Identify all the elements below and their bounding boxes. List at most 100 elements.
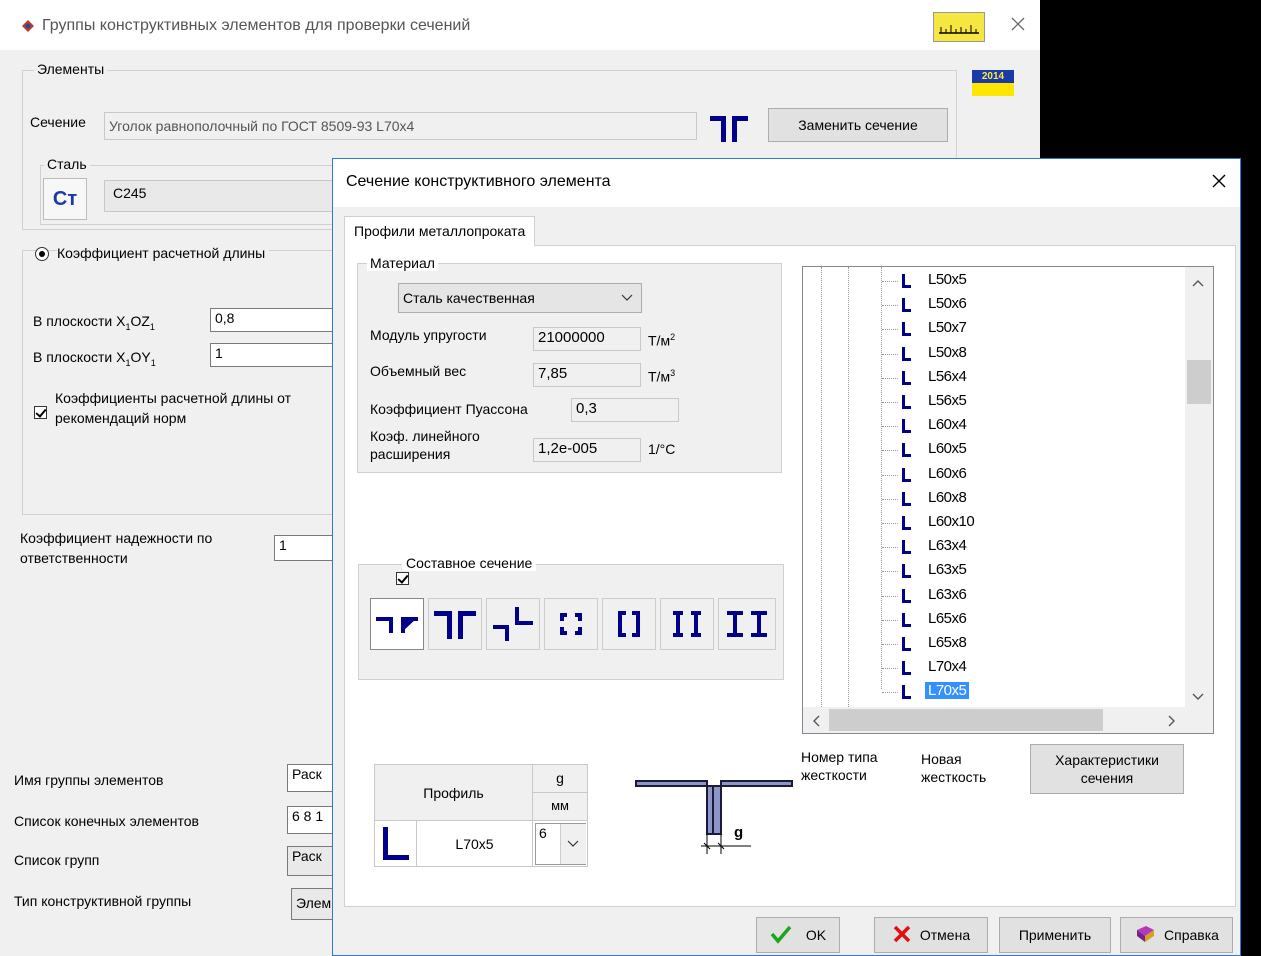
help-button-label: Справка <box>1164 927 1219 943</box>
tree-hscroll-thumb[interactable] <box>829 709 1103 731</box>
section-characteristics-button[interactable]: Характеристики сечения <box>1030 744 1184 794</box>
tree-scroll-corner <box>1185 707 1213 733</box>
tree-item[interactable]: L60x6 <box>803 463 1183 487</box>
poisson-field: 0,3 <box>571 398 679 422</box>
tree-item-label: L70x5 <box>925 682 970 700</box>
length-coef-group <box>22 250 342 515</box>
tree-connector <box>882 498 898 500</box>
dialog-close-icon[interactable] <box>1208 170 1230 192</box>
cancel-button-label: Отмена <box>919 927 971 943</box>
angle-profile-icon <box>902 564 911 579</box>
t-section-button[interactable] <box>370 598 424 650</box>
angle-profile-icon <box>902 443 911 458</box>
composite-checkbox[interactable] <box>395 572 409 585</box>
tree-item[interactable]: L63x6 <box>803 584 1183 608</box>
angle-profile-icon <box>902 467 911 482</box>
ok-button[interactable]: OK <box>756 917 840 953</box>
tree-item[interactable]: L56x4 <box>803 366 1183 390</box>
tree-hscrollbar[interactable] <box>803 707 1185 733</box>
angle-profile-icon <box>902 540 911 555</box>
replace-section-button[interactable]: Заменить сечение <box>768 108 948 142</box>
poisson-label: Коэффициент Пуассона <box>370 401 528 417</box>
tree-item[interactable]: L56x5 <box>803 390 1183 414</box>
tree-item[interactable]: L70x5 <box>803 680 1183 704</box>
scroll-up-icon[interactable] <box>1191 275 1205 291</box>
tab-profiles[interactable]: Профили металлопроката <box>344 216 536 246</box>
tree-connector <box>882 377 898 379</box>
tree-item[interactable]: L63x5 <box>803 559 1183 583</box>
angle-profile-icon <box>902 637 911 651</box>
plane-xoy-input[interactable]: 1 <box>210 343 335 367</box>
plane-xoz-input[interactable]: 0,8 <box>210 308 335 332</box>
tree-item[interactable]: L50x6 <box>803 293 1183 317</box>
tree-item[interactable]: L60x4 <box>803 414 1183 438</box>
scroll-right-icon[interactable] <box>1167 714 1177 731</box>
profile-row-value: L70x5 <box>417 821 533 867</box>
apply-button[interactable]: Применить <box>999 917 1111 953</box>
scroll-left-icon[interactable] <box>811 714 821 731</box>
tree-item[interactable]: L63x4 <box>803 535 1183 559</box>
main-close-icon[interactable] <box>1006 12 1030 36</box>
preview-g-label: g <box>734 824 744 841</box>
composite-type-buttons <box>370 598 780 650</box>
tree-item[interactable]: L50x8 <box>803 342 1183 366</box>
angle-profile-icon <box>902 685 911 700</box>
angle-profile-icon <box>902 612 911 627</box>
ruler-icon[interactable] <box>933 12 985 42</box>
scroll-down-icon[interactable] <box>1191 689 1205 705</box>
section-preview: g <box>631 716 797 906</box>
tree-item-label: L60x10 <box>928 513 975 530</box>
steel-field[interactable]: С245 <box>104 180 340 212</box>
tree-item[interactable]: L70x4 <box>803 656 1183 680</box>
new-stiffness-label: Новая жесткость <box>921 751 987 785</box>
fe-list-label: Список конечных элементов <box>14 813 199 829</box>
double-ibeam-button[interactable] <box>718 598 776 650</box>
box-angle-button[interactable] <box>544 598 598 650</box>
tree-connector <box>882 402 898 403</box>
tree-item[interactable]: L50x5 <box>803 269 1183 293</box>
material-group-label: Материал <box>367 255 438 271</box>
material-select[interactable]: Сталь качественная <box>398 283 642 313</box>
composite-checkbox-label: Составное сечение <box>402 555 537 571</box>
modulus-field: 21000000 <box>533 327 641 351</box>
tree-item[interactable]: L60x10 <box>803 511 1183 535</box>
tree-item-label: L56x4 <box>928 367 967 385</box>
tree-vscroll-thumb[interactable] <box>1187 360 1211 404</box>
angle-profile-icon <box>902 395 911 409</box>
section-characteristics-line1: Характеристики <box>1055 752 1159 768</box>
g-select-arrow[interactable] <box>560 824 586 864</box>
g-header: g <box>533 765 587 793</box>
box-channel-button[interactable] <box>602 598 656 650</box>
back-channel-button[interactable] <box>660 598 714 650</box>
tree-connector <box>882 547 898 549</box>
modulus-unit: Т/м2 <box>648 332 676 349</box>
cross-angle-button[interactable] <box>486 598 540 650</box>
angle-profile-icon <box>902 491 911 506</box>
tree-item-label: L60x6 <box>928 464 967 482</box>
weight-unit: Т/м3 <box>648 368 676 385</box>
tree-item[interactable]: L65x8 <box>803 632 1183 656</box>
profile-tree[interactable]: L50x5 L50x6 L50x7 L50x8 L56x4 L56x5 L60x4 L60x5… <box>802 266 1214 734</box>
help-button[interactable]: Справка <box>1120 917 1233 953</box>
tree-items: L50x5 L50x6 L50x7 L50x8 L56x4 L56x5 L60x4 L60x5… <box>803 269 1193 709</box>
tree-item[interactable]: L60x8 <box>803 487 1183 511</box>
double-angle-icon <box>708 110 750 144</box>
cancel-button[interactable]: Отмена <box>874 917 988 953</box>
g-select[interactable]: 6 <box>535 823 586 865</box>
length-coef-radio[interactable] <box>35 247 49 261</box>
tree-item-label: L63x4 <box>928 537 967 555</box>
tree-connector <box>882 450 898 452</box>
tree-item[interactable]: L65x6 <box>803 608 1183 632</box>
angle-profile-icon <box>902 516 911 530</box>
double-angle-button[interactable] <box>428 598 482 650</box>
profile-row-icon <box>375 821 417 867</box>
norm-checkbox[interactable] <box>34 406 47 419</box>
steel-icon[interactable]: Ст <box>43 178 87 220</box>
reliability-label: Коэффициент надежности по ответственности <box>20 530 213 566</box>
tree-item[interactable]: L50x7 <box>803 317 1183 341</box>
angle-profile-icon <box>902 274 911 288</box>
mm-header: мм <box>533 793 587 821</box>
tree-vscrollbar[interactable] <box>1185 267 1213 707</box>
tree-item[interactable]: L60x5 <box>803 438 1183 462</box>
tree-connector <box>882 281 898 282</box>
